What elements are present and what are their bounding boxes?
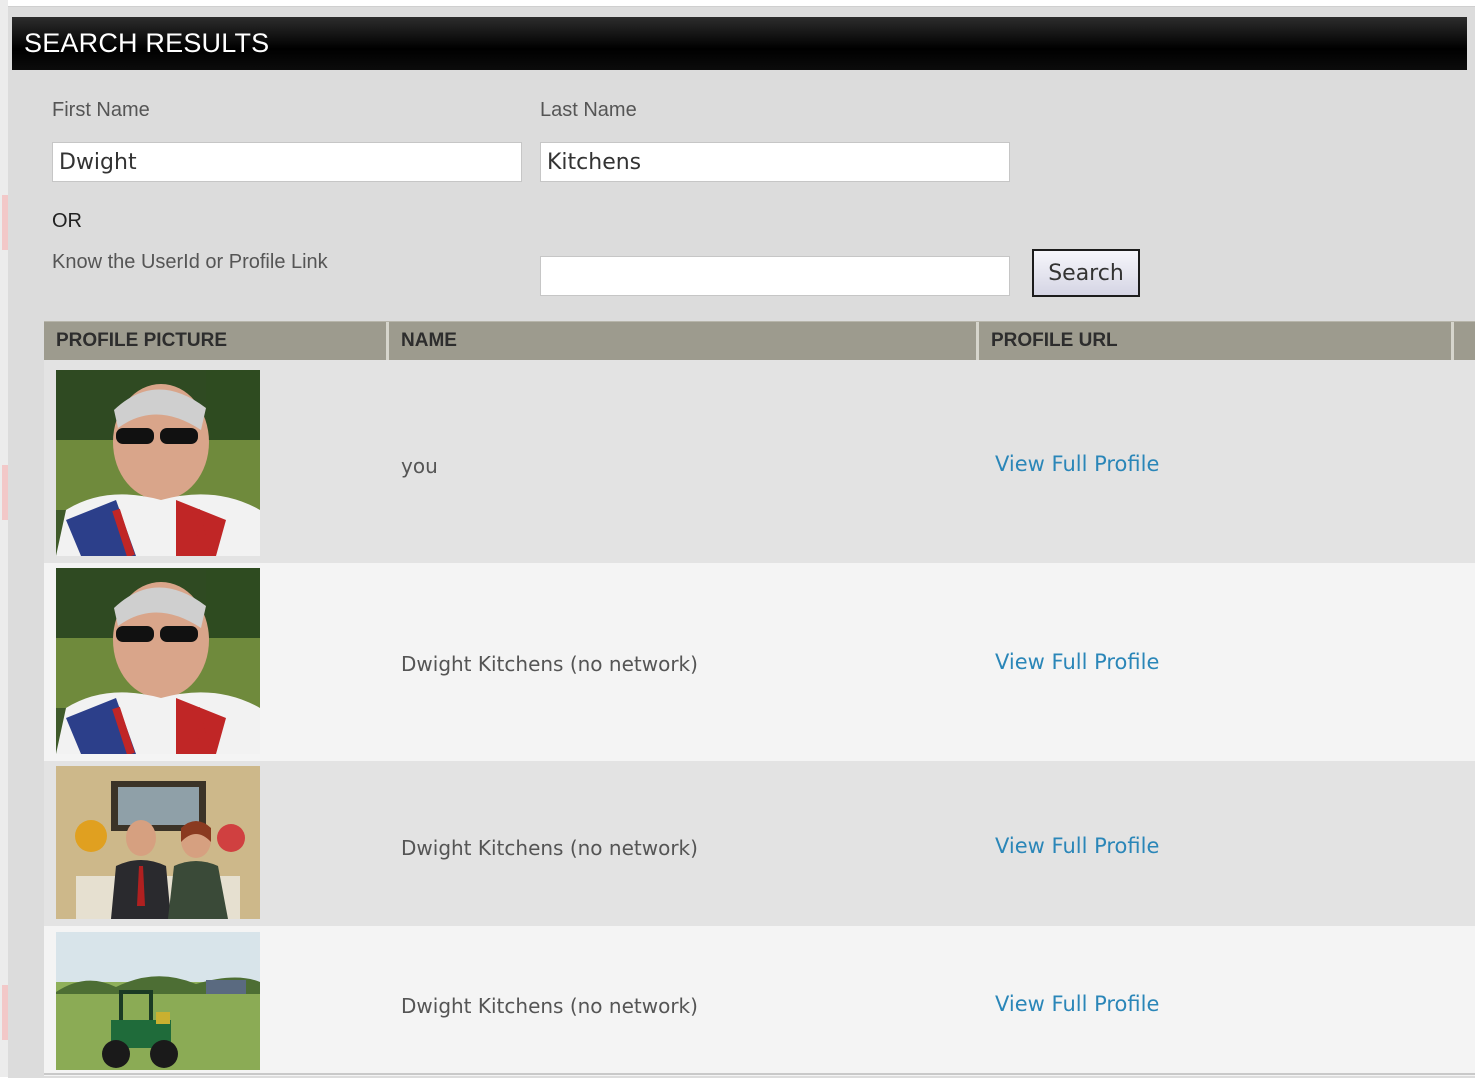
profile-picture[interactable] xyxy=(56,766,260,919)
search-results-panel: SEARCH RESULTS First Name Last Name OR K… xyxy=(8,6,1475,1078)
result-name: Dwight Kitchens (no network) xyxy=(401,836,698,860)
table-row: you View Full Profile xyxy=(44,360,1475,563)
first-name-field[interactable] xyxy=(52,142,522,182)
profile-picture[interactable] xyxy=(56,370,260,556)
results-table-header: PROFILE PICTURE NAME PROFILE URL xyxy=(44,321,1475,360)
table-row: Dwight Kitchens (no network) View Full P… xyxy=(44,926,1475,1076)
column-header-picture: PROFILE PICTURE xyxy=(56,330,228,351)
userid-label: Know the UserId or Profile Link xyxy=(52,251,328,273)
page-title: SEARCH RESULTS xyxy=(12,17,1467,70)
table-row: Dwight Kitchens (no network) View Full P… xyxy=(44,761,1475,926)
result-name: you xyxy=(401,454,438,478)
userid-field[interactable] xyxy=(540,256,1010,296)
result-name: Dwight Kitchens (no network) xyxy=(401,652,698,676)
or-label: OR xyxy=(52,210,82,232)
column-header-name: NAME xyxy=(401,330,457,351)
view-full-profile-link[interactable]: View Full Profile xyxy=(995,834,1159,858)
result-name: Dwight Kitchens (no network) xyxy=(401,994,698,1018)
table-row: Dwight Kitchens (no network) View Full P… xyxy=(44,563,1475,761)
search-button[interactable]: Search xyxy=(1032,249,1140,297)
view-full-profile-link[interactable]: View Full Profile xyxy=(995,452,1159,476)
column-divider xyxy=(1451,322,1454,360)
profile-picture[interactable] xyxy=(56,568,260,754)
left-edge-strip xyxy=(0,0,8,1077)
column-header-url: PROFILE URL xyxy=(991,330,1118,351)
view-full-profile-link[interactable]: View Full Profile xyxy=(995,992,1159,1016)
last-name-field[interactable] xyxy=(540,142,1010,182)
table-bottom-border xyxy=(44,1073,1475,1075)
last-name-label: Last Name xyxy=(540,99,637,121)
profile-picture[interactable] xyxy=(56,932,260,1070)
first-name-label: First Name xyxy=(52,99,150,121)
view-full-profile-link[interactable]: View Full Profile xyxy=(995,650,1159,674)
